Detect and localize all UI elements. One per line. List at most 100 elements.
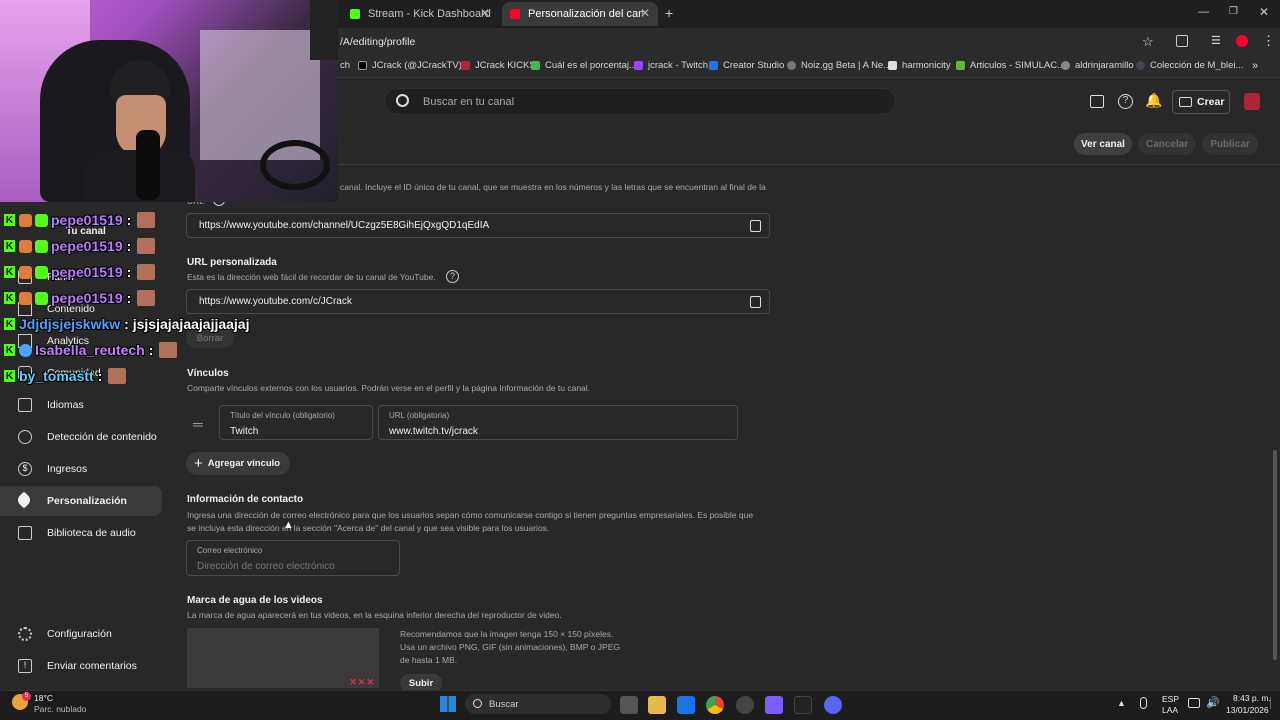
search-icon: [473, 699, 482, 708]
sidebar-item-customization[interactable]: Personalización: [0, 486, 162, 516]
copy-icon[interactable]: [750, 220, 761, 232]
terminal-icon[interactable]: [794, 696, 812, 714]
sidebar-item-earn[interactable]: $ Ingresos: [0, 454, 162, 484]
cancel-button[interactable]: Cancelar: [1138, 133, 1196, 155]
tab-kick-dashboard[interactable]: Stream - Kick Dashboard ✕: [342, 2, 498, 26]
extensions-icon[interactable]: [1176, 35, 1188, 47]
search-icon: [396, 94, 409, 107]
minimize-icon[interactable]: —: [1198, 6, 1209, 18]
chat-message: K Jdjdjsjejskwkw: jsjsjajajaajajjaajaj: [4, 316, 250, 332]
chat-message: Kpepe01519:: [4, 211, 156, 229]
bookmark-item[interactable]: Cuál es el porcentaj...: [531, 60, 637, 71]
notification-badge: 5: [22, 692, 31, 701]
clock-date[interactable]: 13/01/2026: [1226, 705, 1269, 715]
file-explorer-icon[interactable]: [648, 696, 666, 714]
youtube-icon: [510, 9, 520, 19]
microphone-icon[interactable]: [1140, 697, 1147, 709]
clock-time[interactable]: 8:43 p. m.: [1233, 693, 1271, 703]
maximize-icon[interactable]: ❐: [1229, 6, 1238, 17]
chevron-up-icon[interactable]: ▲: [1117, 698, 1126, 708]
add-link-button[interactable]: + Agregar vínculo: [186, 452, 290, 475]
sidebar-item-content-detection[interactable]: Detección de contenido: [0, 422, 162, 452]
drag-handle-icon[interactable]: ═: [193, 416, 203, 432]
create-button[interactable]: Crear: [1172, 90, 1230, 114]
obs-icon[interactable]: [736, 696, 754, 714]
browser-menu-icon[interactable]: ⋮: [1262, 33, 1275, 49]
link-url-field[interactable]: URL (obligatoria) www.twitch.tv/jcrack: [378, 405, 738, 440]
custom-url-description: Esta es la dirección web fácil de record…: [187, 272, 436, 282]
publish-button[interactable]: Publicar: [1202, 133, 1258, 155]
custom-url-title: URL personalizada: [187, 257, 277, 268]
app-grid-icon[interactable]: [765, 696, 783, 714]
keyboard-layout[interactable]: LAA: [1162, 705, 1178, 715]
temperature: 18°C: [34, 693, 53, 703]
link-title-field[interactable]: Título del vínculo (obligatorio) Twitch: [219, 405, 373, 440]
view-channel-button[interactable]: Ver canal: [1074, 133, 1132, 155]
taskbar-search[interactable]: Buscar: [465, 694, 611, 714]
watermark-logo: ✕✕✕: [349, 677, 375, 687]
new-tab-button[interactable]: +: [665, 5, 673, 21]
gear-icon: [18, 627, 32, 641]
tab-personalizacion[interactable]: Personalización del canal - YouT ✕: [502, 2, 658, 26]
mouse-cursor-icon: ▲: [283, 519, 294, 531]
sidebar-item-languages[interactable]: Idiomas: [0, 390, 162, 420]
network-icon[interactable]: [1188, 698, 1200, 708]
windows-start-icon[interactable]: [440, 696, 456, 712]
media-controls-icon[interactable]: ☰: [1211, 34, 1221, 47]
volume-icon[interactable]: 🔊: [1206, 696, 1220, 709]
language-code[interactable]: ESP: [1162, 694, 1179, 704]
email-field[interactable]: Correo electrónico Dirección de correo e…: [186, 540, 400, 576]
bookmark-item[interactable]: ch: [340, 60, 350, 71]
sidebar-item-audio-library[interactable]: Biblioteca de audio: [0, 518, 162, 548]
bookmark-item[interactable]: Articulos - SIMULAC...: [956, 60, 1065, 71]
notifications-bell-icon[interactable]: 🔔: [1145, 92, 1162, 109]
channel-url-description: canal. Incluye el ID único de tu canal, …: [340, 182, 766, 192]
chat-message: Kpepe01519:: [4, 237, 156, 255]
brush-icon: [15, 491, 33, 509]
bookmark-item[interactable]: JCrack (@JCrackTV)...: [358, 60, 470, 71]
close-tab-icon[interactable]: ✕: [640, 6, 650, 20]
webcam-overlay: [0, 0, 338, 202]
close-window-icon[interactable]: ✕: [1259, 5, 1269, 19]
bookmarks-overflow[interactable]: »: [1252, 60, 1258, 72]
mail-icon[interactable]: [677, 696, 695, 714]
bookmark-item[interactable]: aldrinjaramillo: [1061, 60, 1134, 71]
bookmark-item[interactable]: JCrack KICKS: [461, 60, 536, 71]
windows-taskbar: [0, 690, 1280, 720]
bookmark-item[interactable]: Colección de M_blei...: [1136, 60, 1243, 71]
sidebar-item-feedback[interactable]: ! Enviar comentarios: [0, 651, 162, 681]
comments-icon[interactable]: [1090, 95, 1104, 108]
links-title: Vínculos: [187, 368, 229, 379]
weather-text: Parc. nublado: [34, 704, 87, 714]
help-icon[interactable]: ?: [1118, 94, 1133, 109]
show-desktop[interactable]: [1270, 697, 1275, 709]
bookmark-item[interactable]: Creator Studio: [709, 60, 784, 71]
contact-description-line1: Ingresa una dirección de correo electrón…: [187, 510, 754, 520]
chrome-icon[interactable]: [706, 696, 724, 714]
bookmark-item[interactable]: jcrack - Twitch: [634, 60, 708, 71]
url-field[interactable]: /A/editing/profile: [340, 36, 415, 48]
close-tab-icon[interactable]: ✕: [480, 6, 490, 20]
microphone: [136, 130, 160, 200]
watermark-rec-3: de hasta 1 MB.: [400, 655, 458, 665]
help-icon[interactable]: ?: [446, 270, 459, 283]
sidebar-item-settings[interactable]: Configuración: [0, 619, 162, 649]
bookmark-item[interactable]: harmonicity: [888, 60, 951, 71]
subtitles-icon: [18, 398, 32, 412]
discord-icon[interactable]: [824, 696, 842, 714]
channel-search-input[interactable]: Buscar en tu canal: [384, 88, 896, 115]
copy-icon[interactable]: [750, 296, 761, 308]
chat-message: Kby_tomastt:: [4, 367, 127, 385]
dollar-icon: $: [18, 462, 32, 476]
copyright-icon: [18, 430, 32, 444]
channel-avatar[interactable]: [1244, 93, 1260, 110]
steering-wheel: [260, 140, 330, 190]
watermark-preview: ✕✕✕: [187, 628, 379, 688]
scrollbar[interactable]: [1273, 450, 1277, 660]
profile-avatar[interactable]: [1236, 35, 1248, 47]
bookmark-star-icon[interactable]: ☆: [1142, 34, 1154, 50]
task-view-icon[interactable]: [620, 696, 638, 714]
plus-icon: +: [194, 455, 203, 472]
bookmark-item[interactable]: Noiz.gg Beta | A Ne...: [787, 60, 891, 71]
custom-url-field: https://www.youtube.com/c/JCrack: [186, 289, 770, 314]
